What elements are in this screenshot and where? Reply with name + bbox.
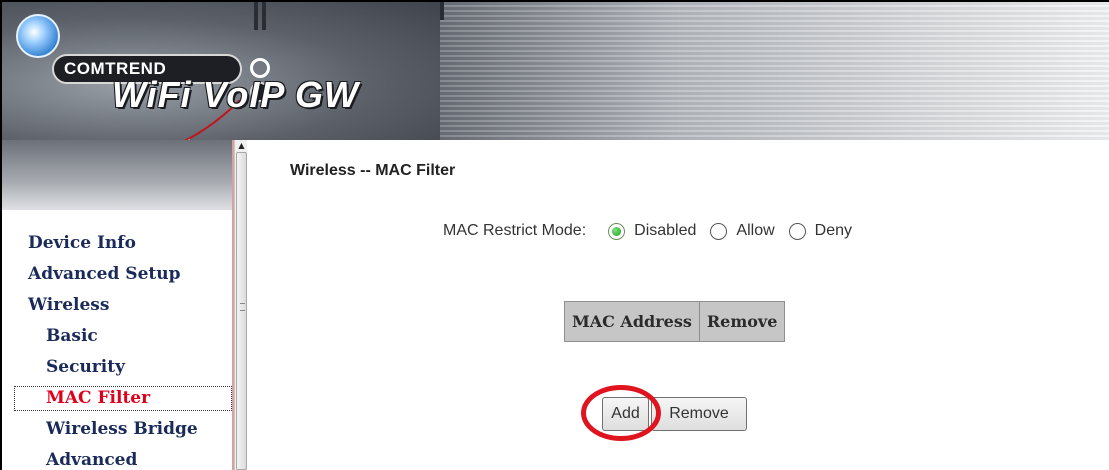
- page-title: Wireless -- MAC Filter: [290, 162, 456, 179]
- sidebar-scrollbar[interactable]: ▲: [234, 140, 247, 470]
- mac-restrict-mode-row: MAC Restrict Mode: Disabled Allow Deny: [443, 218, 860, 244]
- sidebar-item-label: MAC Filter: [14, 386, 232, 411]
- product-name: WiFi VoIP GW: [112, 74, 359, 115]
- remove-button[interactable]: Remove: [651, 397, 747, 431]
- mac-restrict-mode-label: MAC Restrict Mode:: [443, 222, 587, 239]
- globe-icon: [16, 14, 60, 58]
- radio-deny[interactable]: [788, 222, 806, 240]
- sidebar-item-security[interactable]: Security: [0, 352, 232, 383]
- mac-filter-table: MAC Address Remove: [564, 301, 786, 342]
- column-header-remove: Remove: [698, 301, 786, 342]
- radio-disabled[interactable]: [608, 222, 626, 240]
- sidebar-item-device-info[interactable]: Device Info: [0, 228, 232, 259]
- radio-disabled-label: Disabled: [634, 222, 697, 239]
- sidebar-item-wireless[interactable]: Wireless: [0, 290, 232, 321]
- sidebar-item-advanced[interactable]: Advanced: [0, 445, 232, 470]
- add-button[interactable]: Add: [602, 397, 649, 431]
- sidebar-item-basic[interactable]: Basic: [0, 321, 232, 352]
- radio-allow[interactable]: [710, 222, 728, 240]
- banner-divider: [262, 0, 266, 30]
- sidebar-item-advanced-setup[interactable]: Advanced Setup: [0, 259, 232, 290]
- banner-divider: [440, 0, 444, 20]
- main-content: Wireless -- MAC Filter MAC Restrict Mode…: [247, 140, 1109, 470]
- sidebar-item-mac-filter[interactable]: MAC Filter: [0, 383, 232, 414]
- scrollbar-thumb[interactable]: [236, 152, 247, 470]
- radio-deny-label: Deny: [814, 222, 852, 239]
- scroll-up-icon[interactable]: ▲: [237, 142, 246, 150]
- radio-allow-label: Allow: [736, 222, 775, 239]
- grip-icon: [240, 303, 245, 311]
- sidebar-item-wireless-bridge[interactable]: Wireless Bridge: [0, 414, 232, 445]
- header-banner: COMTREND WiFi VoIP GW: [0, 0, 1109, 140]
- banner-divider: [254, 0, 258, 30]
- sidebar-header-graphic: [0, 140, 234, 210]
- table-header-row: MAC Address Remove: [564, 301, 786, 342]
- column-header-mac-address: MAC Address: [564, 301, 700, 342]
- banner-stripes: [440, 0, 1109, 140]
- sidebar-nav: Device Info Advanced Setup Wireless Basi…: [0, 228, 232, 470]
